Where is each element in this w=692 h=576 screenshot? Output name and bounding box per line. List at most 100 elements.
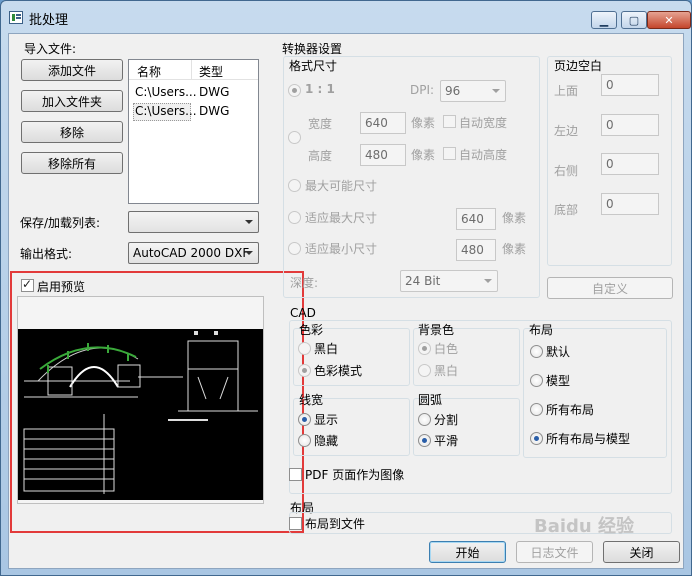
add-folder-button[interactable]: 加入文件夹: [21, 90, 123, 112]
dpi-dropdown[interactable]: 96: [440, 80, 506, 102]
cad-preview-image: [18, 329, 263, 500]
minimize-icon: ▁: [599, 13, 609, 27]
custom-button[interactable]: 自定义: [547, 277, 673, 299]
close-window-button[interactable]: ✕: [647, 11, 691, 29]
start-button[interactable]: 开始: [429, 541, 506, 563]
app-icon: [9, 11, 23, 24]
converter-group-label: 转换器设置: [282, 42, 343, 56]
output-format-dropdown[interactable]: AutoCAD 2000 DXF: [128, 242, 259, 264]
layout-default-label: 默认: [546, 345, 571, 359]
arc-split-radio[interactable]: [418, 413, 431, 426]
auto-width-checkbox[interactable]: [443, 115, 456, 128]
fit-min-input[interactable]: 480: [456, 239, 496, 261]
bw-radio[interactable]: [298, 342, 311, 355]
fit-min-unit: 像素: [502, 242, 527, 256]
batch-window: 批处理 ▁ ▢ ✕ 导入文件: 添加文件 加入文件夹 移除 移除所有 名称 类型…: [0, 0, 692, 576]
add-file-button[interactable]: 添加文件: [21, 59, 123, 81]
margin-right-label: 右侧: [554, 164, 579, 178]
maximize-icon: ▢: [628, 13, 640, 27]
column-header-name[interactable]: 名称: [137, 63, 161, 80]
dpi-label: DPI:: [410, 83, 435, 97]
maximize-button[interactable]: ▢: [621, 11, 647, 29]
column-header-type[interactable]: 类型: [199, 63, 223, 80]
auto-height-checkbox[interactable]: [443, 147, 456, 160]
all-layouts-model-label: 所有布局与模型: [546, 432, 631, 446]
black-bg-radio[interactable]: [418, 364, 431, 377]
margin-bottom-input[interactable]: 0: [601, 193, 659, 215]
depth-dropdown[interactable]: 24 Bit: [400, 270, 498, 292]
layout-label: 布局: [529, 323, 554, 337]
layout-model-label: 模型: [546, 374, 571, 388]
title-bar[interactable]: 批处理 ▁ ▢ ✕: [1, 1, 691, 33]
chevron-down-icon: [484, 279, 492, 283]
margin-left-input[interactable]: 0: [601, 114, 659, 136]
depth-label: 深度:: [290, 276, 319, 290]
log-file-button[interactable]: 日志文件: [516, 541, 593, 563]
fit-max-radio[interactable]: [288, 211, 301, 224]
fit-max-label: 适应最大尺寸: [305, 211, 378, 225]
file-name: C:\Users...: [135, 104, 197, 118]
ratio-label: 1 : 1: [305, 82, 335, 96]
margin-bottom-label: 底部: [554, 203, 579, 217]
max-possible-radio[interactable]: [288, 179, 301, 192]
bridge-drawing: [23, 331, 258, 494]
all-layouts-radio[interactable]: [530, 403, 543, 416]
layout-model-radio[interactable]: [530, 374, 543, 387]
color-mode-radio[interactable]: [298, 364, 311, 377]
enable-preview-checkbox[interactable]: [21, 277, 34, 292]
close-icon: ✕: [664, 13, 674, 27]
white-bg-label: 白色: [434, 342, 459, 356]
line-width-label: 线宽: [299, 393, 324, 407]
layout-default-radio[interactable]: [530, 345, 543, 358]
margin-top-label: 上面: [554, 84, 579, 98]
width-label: 宽度: [308, 117, 333, 131]
enable-preview-label[interactable]: 启用预览: [37, 278, 85, 295]
height-label: 高度: [308, 149, 333, 163]
auto-height-label: 自动高度: [459, 148, 508, 162]
minimize-button[interactable]: ▁: [591, 11, 617, 29]
dialog-client: 导入文件: 添加文件 加入文件夹 移除 移除所有 名称 类型 C:\Users.…: [8, 33, 684, 569]
arc-smooth-label: 平滑: [434, 434, 459, 448]
fit-max-input[interactable]: 640: [456, 208, 496, 230]
white-bg-radio[interactable]: [418, 342, 431, 355]
all-layouts-label: 所有布局: [546, 403, 595, 417]
all-layouts-model-radio[interactable]: [530, 432, 543, 445]
output-format-label: 输出格式:: [20, 247, 73, 261]
width-input[interactable]: 640: [360, 112, 406, 134]
pdf-as-image-label[interactable]: PDF 页面作为图像: [305, 466, 404, 483]
file-list[interactable]: 名称 类型 C:\Users... DWG C:\Users... DWG: [128, 59, 259, 204]
window-title: 批处理: [29, 13, 69, 28]
layout-to-file-checkbox[interactable]: [289, 517, 302, 530]
layout-to-file-label[interactable]: 布局到文件: [305, 515, 365, 532]
close-button[interactable]: 关闭: [603, 541, 680, 563]
list-item[interactable]: C:\Users... DWG: [131, 103, 256, 121]
chevron-down-icon: [245, 251, 253, 255]
fit-max-unit: 像素: [502, 211, 527, 225]
height-unit: 像素: [411, 148, 436, 162]
line-width-show-radio[interactable]: [298, 413, 311, 426]
pdf-as-image-checkbox[interactable]: [289, 468, 302, 481]
max-possible-label: 最大可能尺寸: [305, 179, 378, 193]
remove-button[interactable]: 移除: [21, 121, 123, 143]
bw-label: 黑白: [314, 342, 339, 356]
custom-size-radio[interactable]: [288, 131, 301, 144]
file-type: DWG: [199, 85, 230, 99]
chevron-down-icon: [492, 89, 500, 93]
fit-min-radio[interactable]: [288, 242, 301, 255]
line-width-hide-radio[interactable]: [298, 434, 311, 447]
margin-right-input[interactable]: 0: [601, 153, 659, 175]
height-input[interactable]: 480: [360, 144, 406, 166]
remove-all-button[interactable]: 移除所有: [21, 152, 123, 174]
list-item[interactable]: C:\Users... DWG: [131, 84, 256, 102]
margin-top-input[interactable]: 0: [601, 74, 659, 96]
line-width-hide-label: 隐藏: [314, 434, 339, 448]
fit-min-label: 适应最小尺寸: [305, 242, 378, 256]
format-size-label: 格式尺寸: [289, 59, 338, 73]
column-divider: [191, 60, 192, 80]
arc-smooth-radio[interactable]: [418, 434, 431, 447]
save-load-dropdown[interactable]: [128, 211, 259, 233]
arc-label: 圆弧: [418, 393, 443, 407]
ratio-radio[interactable]: [288, 84, 301, 97]
chevron-down-icon: [245, 220, 253, 224]
baidu-watermark: Baidu 经验: [534, 516, 635, 537]
